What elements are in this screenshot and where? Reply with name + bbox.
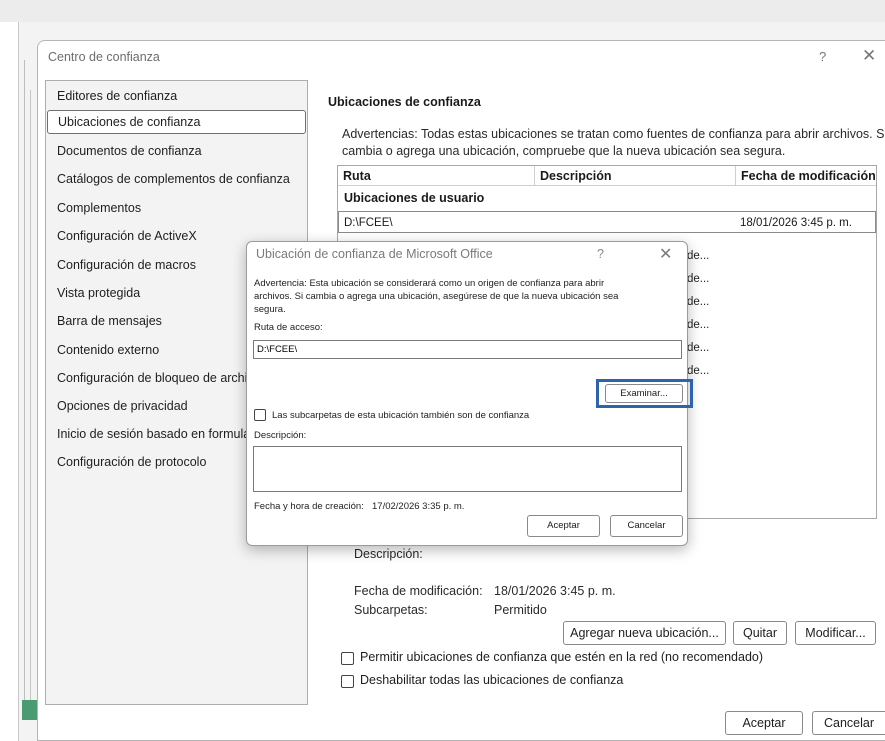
- cell-path: D:\FCEE\: [344, 217, 393, 229]
- sidebar-item-editors[interactable]: Editores de confianza: [47, 84, 306, 108]
- table-cell-partial: de...: [687, 319, 710, 331]
- help-icon[interactable]: ?: [819, 49, 826, 64]
- modal-title: Ubicación de confianza de Microsoft Offi…: [256, 247, 493, 261]
- cell-date: 18/01/2026 3:45 p. m.: [740, 217, 852, 229]
- modal-ok-button[interactable]: Aceptar: [527, 515, 600, 537]
- modal-cancel-button[interactable]: Cancelar: [610, 515, 683, 537]
- sidebar-item-documents[interactable]: Documentos de confianza: [47, 139, 306, 163]
- network-checkbox[interactable]: [341, 652, 354, 665]
- background-window-edge: [30, 90, 36, 710]
- table-cell-partial: de...: [687, 273, 710, 285]
- subfolders-checkbox[interactable]: [254, 409, 266, 421]
- browse-button[interactable]: Examinar...: [605, 384, 683, 403]
- sidebar-item-locations[interactable]: Ubicaciones de confianza: [47, 110, 306, 134]
- subfolders-label: Subcarpetas:: [354, 603, 428, 617]
- table-row[interactable]: D:\FCEE\ 18/01/2026 3:45 p. m.: [338, 211, 876, 233]
- modal-warning: Advertencia: Esta ubicación se considera…: [254, 278, 605, 289]
- ok-button[interactable]: Aceptar: [725, 711, 803, 735]
- subfolders-value: Permitido: [494, 603, 547, 617]
- modal-warning: archivos. Si cambia o agrega una ubicaci…: [254, 291, 619, 302]
- modified-value: 18/01/2026 3:45 p. m.: [494, 584, 616, 598]
- path-label: Ruta de acceso:: [254, 322, 323, 333]
- description-label: Descripción:: [354, 547, 423, 561]
- modal-warning: segura.: [254, 304, 286, 315]
- warning-text: cambia o agrega una ubicación, compruebe…: [342, 144, 786, 158]
- add-location-button[interactable]: Agregar nueva ubicación...: [563, 621, 726, 645]
- sidebar-item-addin-catalogs[interactable]: Catálogos de complementos de confianza: [47, 167, 306, 191]
- background-accent: [22, 700, 38, 720]
- warning-text: Advertencias: Todas estas ubicaciones se…: [342, 127, 885, 141]
- table-cell-partial: de...: [687, 250, 710, 262]
- close-icon[interactable]: ✕: [659, 244, 672, 264]
- column-header-description[interactable]: Descripción: [535, 166, 736, 186]
- sidebar-item-addins[interactable]: Complementos: [47, 196, 306, 220]
- network-checkbox-label[interactable]: Permitir ubicaciones de confianza que es…: [360, 650, 763, 664]
- group-header: Ubicaciones de usuario: [344, 191, 485, 205]
- close-icon[interactable]: ✕: [862, 46, 876, 66]
- column-header-path[interactable]: Ruta: [338, 166, 535, 186]
- disable-all-checkbox[interactable]: [341, 675, 354, 688]
- table-cell-partial: de...: [687, 342, 710, 354]
- dialog-title: Centro de confianza: [48, 50, 160, 64]
- section-title: Ubicaciones de confianza: [328, 95, 481, 109]
- description-label: Descripción:: [254, 430, 307, 441]
- background-window-strip: [0, 0, 885, 22]
- column-header-modified[interactable]: Fecha de modificación: [736, 166, 876, 186]
- description-input[interactable]: [253, 446, 682, 492]
- disable-all-checkbox-label[interactable]: Deshabilitar todas las ubicaciones de co…: [360, 673, 623, 687]
- created-value: 17/02/2026 3:35 p. m.: [372, 501, 465, 512]
- table-cell-partial: de...: [687, 365, 710, 377]
- cancel-button[interactable]: Cancelar: [812, 711, 885, 735]
- modified-label: Fecha de modificación:: [354, 584, 483, 598]
- path-input[interactable]: [253, 340, 682, 359]
- remove-button[interactable]: Quitar: [733, 621, 787, 645]
- table-cell-partial: de...: [687, 296, 710, 308]
- help-icon[interactable]: ?: [597, 247, 604, 261]
- subfolders-checkbox-label[interactable]: Las subcarpetas de esta ubicación tambié…: [272, 410, 529, 421]
- created-label: Fecha y hora de creación:: [254, 501, 364, 512]
- modify-button[interactable]: Modificar...: [795, 621, 876, 645]
